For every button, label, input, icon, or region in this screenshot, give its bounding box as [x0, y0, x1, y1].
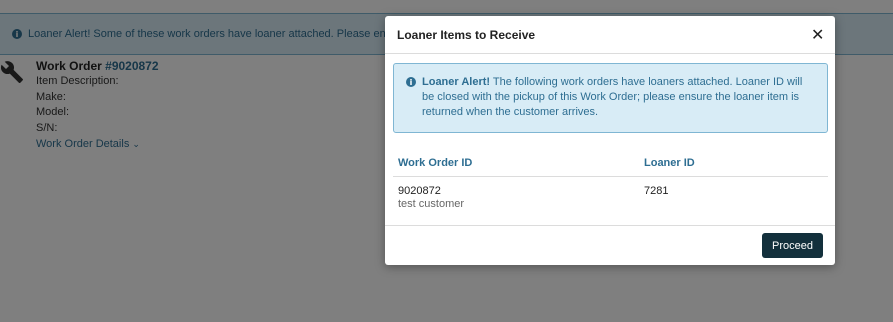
table-row: 9020872 test customer 7281	[393, 177, 828, 217]
modal-loaner-alert: i Loaner Alert! The following work order…	[393, 63, 828, 133]
modal-footer: Proceed	[385, 225, 835, 265]
modal-title: Loaner Items to Receive	[397, 27, 536, 42]
loaner-table: Work Order ID Loaner ID 9020872 test cus…	[393, 150, 828, 217]
modal-alert-text: Loaner Alert! The following work orders …	[422, 75, 817, 120]
loaner-items-modal: Loaner Items to Receive ✕ i Loaner Alert…	[385, 16, 835, 265]
work-order-id-cell: 9020872 test customer	[393, 185, 644, 217]
loaner-id: 7281	[644, 185, 669, 197]
info-circle-icon: i	[406, 77, 416, 87]
customer-name: test customer	[398, 198, 465, 210]
close-icon[interactable]: ✕	[811, 26, 824, 43]
modal-header: Loaner Items to Receive ✕	[385, 16, 835, 54]
table-header: Work Order ID Loaner ID	[393, 150, 828, 177]
column-header-work-order-id: Work Order ID	[398, 157, 473, 169]
work-order-id: 9020872	[398, 185, 441, 197]
alert-heading: Loaner Alert!	[422, 76, 491, 88]
column-header-loaner-id: Loaner ID	[644, 157, 695, 169]
proceed-button[interactable]: Proceed	[762, 233, 823, 258]
